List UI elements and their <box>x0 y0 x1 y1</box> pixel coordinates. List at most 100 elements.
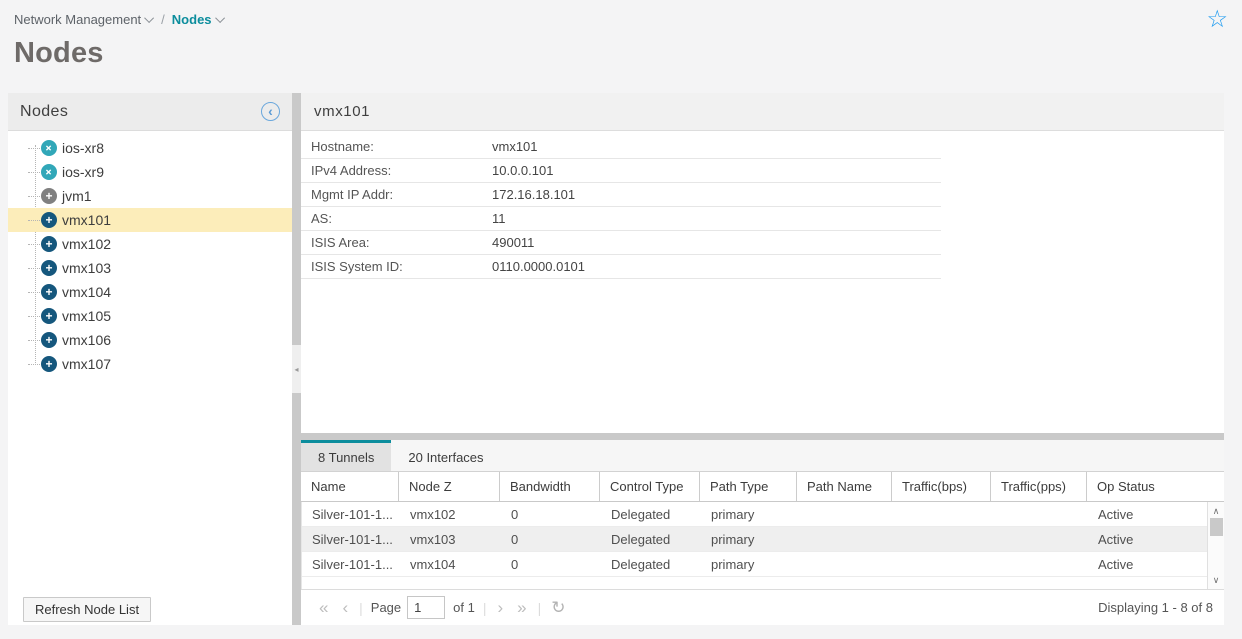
tree-item-label: jvm1 <box>62 188 92 204</box>
horizontal-splitter[interactable] <box>301 433 1224 440</box>
tree-item-label: vmx102 <box>62 236 111 252</box>
field-value: 490011 <box>492 235 534 250</box>
tree-item-label: ios-xr8 <box>62 140 104 156</box>
breadcrumb: Network Management / Nodes <box>14 12 1228 27</box>
next-page-icon[interactable]: › <box>497 599 503 616</box>
refresh-node-list-button[interactable]: Refresh Node List <box>23 597 151 622</box>
cell-path-name <box>798 552 893 576</box>
nodes-page: Network Management / Nodes ☆ Nodes Nodes… <box>0 0 1242 639</box>
table-row[interactable]: Silver-101-1... vmx103 0 Delegated prima… <box>302 527 1207 552</box>
cell-path-type: primary <box>701 552 798 576</box>
detail-row-isis-area: ISIS Area: 490011 <box>301 231 941 255</box>
field-value: vmx101 <box>492 139 538 154</box>
detail-row-hostname: Hostname: vmx101 <box>301 135 941 159</box>
juniper-node-icon: + <box>41 212 57 228</box>
breadcrumb-separator: / <box>161 12 165 27</box>
cell-control-type: Delegated <box>601 502 701 526</box>
tree-item-vmx106[interactable]: + vmx106 <box>8 328 292 352</box>
cell-bandwidth: 0 <box>501 502 601 526</box>
tree-item-jvm1[interactable]: + jvm1 <box>8 184 292 208</box>
juniper-node-icon: + <box>41 308 57 324</box>
tree-item-label: vmx101 <box>62 212 111 228</box>
tree-item-vmx101[interactable]: + vmx101 <box>8 208 292 232</box>
top-bar: Network Management / Nodes ☆ Nodes <box>0 0 1242 93</box>
refresh-table-icon[interactable]: ↻ <box>551 598 565 618</box>
page-count-label: of 1 <box>453 600 475 615</box>
cell-name: Silver-101-1... <box>302 527 400 551</box>
column-header-traffic-bps[interactable]: Traffic(bps) <box>892 472 991 501</box>
tree-item-vmx103[interactable]: + vmx103 <box>8 256 292 280</box>
nodes-list-panel: Nodes ‹ + ios-xr8 + ios-xr9 + jvm1 <box>8 93 292 625</box>
column-header-op-status[interactable]: Op Status <box>1087 472 1207 501</box>
juniper-node-icon: + <box>41 236 57 252</box>
tree-item-label: ios-xr9 <box>62 164 104 180</box>
cell-node-z: vmx103 <box>400 527 501 551</box>
column-header-control-type[interactable]: Control Type <box>600 472 700 501</box>
tree-item-label: vmx107 <box>62 356 111 372</box>
table-row[interactable]: Silver-101-1... vmx102 0 Delegated prima… <box>302 502 1207 527</box>
tree-item-vmx105[interactable]: + vmx105 <box>8 304 292 328</box>
nodes-panel-title: Nodes <box>20 103 68 121</box>
scroll-down-icon[interactable]: ∨ <box>1213 573 1220 587</box>
tab-label: 20 Interfaces <box>408 450 483 465</box>
detail-row-mgmt-ip: Mgmt IP Addr: 172.16.18.101 <box>301 183 941 207</box>
column-header-name[interactable]: Name <box>301 472 399 501</box>
breadcrumb-network-management[interactable]: Network Management <box>14 12 154 27</box>
breadcrumb-nodes[interactable]: Nodes <box>172 12 225 27</box>
page-label: Page <box>371 600 401 615</box>
page-number-input[interactable] <box>407 596 445 619</box>
column-header-bandwidth[interactable]: Bandwidth <box>500 472 600 501</box>
collapse-panel-icon[interactable]: ‹ <box>261 102 280 121</box>
splitter-collapse-handle[interactable]: ◂ <box>292 345 301 393</box>
scroll-up-icon[interactable]: ∧ <box>1213 504 1220 518</box>
tree-item-ios-xr8[interactable]: + ios-xr8 <box>8 136 292 160</box>
field-value: 11 <box>492 211 506 226</box>
field-value: 10.0.0.101 <box>492 163 553 178</box>
field-value: 0110.0000.0101 <box>492 259 585 274</box>
table-scrollbar[interactable]: ∧ ∨ <box>1207 502 1224 589</box>
tab-interfaces[interactable]: 20 Interfaces <box>391 440 500 471</box>
column-header-node-z[interactable]: Node Z <box>399 472 500 501</box>
tunnels-table-header: Name Node Z Bandwidth Control Type Path … <box>301 471 1224 502</box>
vertical-splitter[interactable]: ◂ <box>292 93 301 625</box>
table-row[interactable]: Silver-101-1... vmx104 0 Delegated prima… <box>302 552 1207 577</box>
last-page-icon[interactable]: » <box>517 599 526 616</box>
field-label: ISIS Area: <box>301 235 492 250</box>
tree-item-vmx107[interactable]: + vmx107 <box>8 352 292 376</box>
displaying-status: Displaying 1 - 8 of 8 <box>1098 600 1213 615</box>
page-title: Nodes <box>14 37 1228 70</box>
cell-path-type: primary <box>701 527 798 551</box>
column-header-traffic-pps[interactable]: Traffic(pps) <box>991 472 1087 501</box>
detail-tabs: 8 Tunnels 20 Interfaces <box>301 440 1224 471</box>
cell-traffic-bps <box>893 527 992 551</box>
tunnels-table-body: Silver-101-1... vmx102 0 Delegated prima… <box>301 502 1224 589</box>
chevron-down-icon <box>215 13 225 23</box>
cell-traffic-bps <box>893 502 992 526</box>
tree-item-vmx104[interactable]: + vmx104 <box>8 280 292 304</box>
cell-op-status: Active <box>1088 502 1207 526</box>
pagination-bar: « ‹ | Page of 1 | › » | ↻ Displaying 1 -… <box>301 589 1224 625</box>
field-label: AS: <box>301 211 492 226</box>
cell-path-type: primary <box>701 502 798 526</box>
cell-node-z: vmx102 <box>400 502 501 526</box>
juniper-node-icon: + <box>41 284 57 300</box>
favorite-star-icon[interactable]: ☆ <box>1206 8 1228 32</box>
tree-item-ios-xr9[interactable]: + ios-xr9 <box>8 160 292 184</box>
cell-bandwidth: 0 <box>501 552 601 576</box>
cell-path-name <box>798 502 893 526</box>
nodes-panel-header: Nodes ‹ <box>8 93 292 131</box>
previous-page-icon[interactable]: ‹ <box>342 599 348 616</box>
cell-node-z: vmx104 <box>400 552 501 576</box>
first-page-icon[interactable]: « <box>319 599 328 616</box>
column-header-path-type[interactable]: Path Type <box>700 472 797 501</box>
cell-traffic-bps <box>893 552 992 576</box>
field-label: Hostname: <box>301 139 492 154</box>
cell-op-status: Active <box>1088 527 1207 551</box>
detail-panel-title: vmx101 <box>314 103 370 120</box>
column-header-path-name[interactable]: Path Name <box>797 472 892 501</box>
juniper-node-icon: + <box>41 332 57 348</box>
tab-tunnels[interactable]: 8 Tunnels <box>301 440 391 471</box>
scrollbar-thumb[interactable] <box>1210 518 1223 536</box>
juniper-node-icon: + <box>41 260 57 276</box>
tree-item-vmx102[interactable]: + vmx102 <box>8 232 292 256</box>
